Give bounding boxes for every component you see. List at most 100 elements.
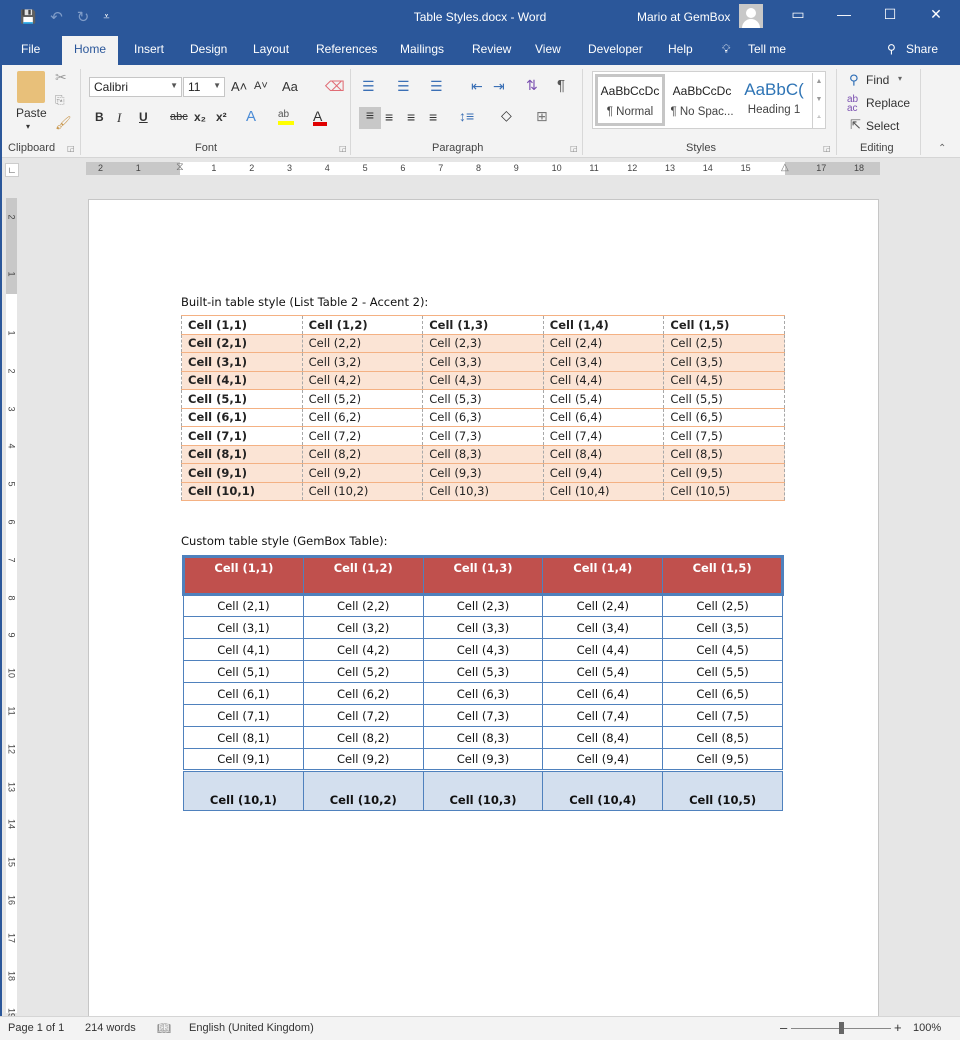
- shading-icon[interactable]: ◇: [501, 107, 512, 124]
- table-cell[interactable]: Cell (10,5): [663, 481, 785, 501]
- table-cell[interactable]: Cell (7,4): [542, 704, 664, 727]
- close-button[interactable]: ✕: [921, 6, 951, 23]
- table-cell[interactable]: Cell (5,5): [663, 389, 785, 409]
- highlight-color-icon[interactable]: ab: [278, 109, 294, 125]
- table-cell[interactable]: Cell (2,5): [663, 333, 785, 353]
- table-cell[interactable]: Cell (1,5): [663, 315, 785, 335]
- table-cell[interactable]: Cell (9,2): [301, 463, 424, 483]
- table-cell[interactable]: Cell (5,1): [183, 660, 304, 683]
- table-cell[interactable]: Cell (8,3): [422, 726, 544, 749]
- table-cell[interactable]: Cell (4,3): [422, 638, 544, 661]
- table-cell[interactable]: Cell (7,1): [183, 704, 304, 727]
- table-cell[interactable]: Cell (9,5): [663, 463, 785, 483]
- table-cell[interactable]: Cell (6,5): [663, 407, 785, 427]
- tab-file[interactable]: File: [21, 42, 40, 56]
- tab-selector[interactable]: ∟: [5, 163, 19, 177]
- table-cell[interactable]: Cell (3,1): [183, 616, 304, 639]
- share-button[interactable]: Share: [906, 42, 938, 56]
- italic-button[interactable]: I: [117, 110, 121, 126]
- table-cell[interactable]: Cell (8,1): [183, 726, 304, 749]
- zoom-slider-thumb[interactable]: [839, 1022, 844, 1034]
- undo-icon[interactable]: ↶: [50, 8, 63, 26]
- table-cell[interactable]: Cell (6,4): [542, 682, 664, 705]
- table-cell[interactable]: Cell (4,2): [301, 370, 424, 390]
- table-cell[interactable]: Cell (10,2): [301, 481, 424, 501]
- subscript-button[interactable]: x₂: [194, 110, 206, 124]
- table-cell[interactable]: Cell (3,5): [663, 352, 785, 372]
- table-cell[interactable]: Cell (6,1): [183, 682, 304, 705]
- line-spacing-icon[interactable]: ↕≡: [459, 108, 474, 124]
- table-cell[interactable]: Cell (10,4): [542, 769, 664, 811]
- table-cell[interactable]: Cell (3,2): [301, 352, 424, 372]
- select-button[interactable]: Select: [866, 119, 899, 133]
- styles-scroll[interactable]: ▲ ▼ ⩡: [812, 73, 825, 128]
- decrease-indent-icon[interactable]: ⇤: [471, 78, 483, 95]
- format-painter-icon[interactable]: 🖌︎: [55, 115, 72, 131]
- text-effects-icon[interactable]: A: [246, 108, 256, 125]
- table-cell[interactable]: Cell (9,3): [422, 748, 544, 771]
- table-cell[interactable]: Cell (8,4): [542, 444, 665, 464]
- paste-dropdown-icon[interactable]: ▾: [26, 122, 30, 131]
- table-cell[interactable]: Cell (8,2): [302, 726, 424, 749]
- increase-indent-icon[interactable]: ⇥: [493, 78, 505, 95]
- table-cell[interactable]: Cell (7,2): [302, 704, 424, 727]
- customize-qat-icon[interactable]: ⩡: [103, 11, 109, 24]
- table-cell[interactable]: Cell (2,4): [542, 594, 664, 617]
- table-cell[interactable]: Cell (9,2): [302, 748, 424, 771]
- table-cell[interactable]: Cell (10,1): [181, 481, 303, 501]
- language[interactable]: English (United Kingdom): [189, 1022, 314, 1034]
- table-cell[interactable]: Cell (4,2): [302, 638, 424, 661]
- font-launcher-icon[interactable]: ◲: [339, 144, 347, 153]
- table-cell[interactable]: Cell (1,2): [301, 315, 424, 335]
- table-cell[interactable]: Cell (9,3): [422, 463, 544, 483]
- collapse-ribbon-icon[interactable]: ⌃: [938, 143, 946, 154]
- vertical-scrollbar[interactable]: [944, 185, 960, 1015]
- find-button[interactable]: Find: [866, 73, 889, 87]
- horizontal-ruler[interactable]: 2 1 1 2 3 4 5 6 7 8 9 10 11 12 13 14 15 17 18 ⧖ △: [86, 161, 880, 175]
- table-cell[interactable]: Cell (8,1): [181, 444, 303, 464]
- table-cell[interactable]: Cell (4,5): [663, 370, 785, 390]
- superscript-button[interactable]: x²: [216, 110, 227, 124]
- minimize-button[interactable]: —: [829, 6, 859, 22]
- table-cell[interactable]: Cell (6,3): [422, 407, 544, 427]
- font-family-select[interactable]: Calibri ▼: [89, 77, 182, 97]
- table-cell[interactable]: Cell (2,4): [542, 333, 665, 353]
- paste-icon[interactable]: [17, 71, 45, 103]
- borders-icon[interactable]: ⊞: [536, 108, 548, 125]
- table-cell[interactable]: Cell (3,4): [542, 616, 664, 639]
- table-cell[interactable]: Cell (9,5): [662, 748, 783, 771]
- table-cell[interactable]: Cell (8,5): [663, 444, 785, 464]
- table-cell[interactable]: Cell (1,1): [181, 315, 303, 335]
- font-color-icon[interactable]: A: [313, 108, 327, 126]
- numbering-icon[interactable]: ☰: [397, 78, 410, 95]
- table-cell[interactable]: Cell (6,3): [422, 682, 544, 705]
- table-cell[interactable]: Cell (6,2): [302, 682, 424, 705]
- table-cell[interactable]: Cell (10,4): [542, 481, 665, 501]
- table-cell[interactable]: Cell (3,4): [542, 352, 665, 372]
- paragraph-launcher-icon[interactable]: ◲: [570, 144, 578, 153]
- zoom-level[interactable]: 100%: [913, 1022, 941, 1034]
- ribbon-display-options-button[interactable]: ▭: [783, 6, 813, 23]
- clipboard-launcher-icon[interactable]: ◲: [67, 144, 75, 153]
- tab-review[interactable]: Review: [472, 42, 511, 56]
- bold-button[interactable]: B: [95, 110, 104, 124]
- copy-icon[interactable]: ⎘: [55, 93, 65, 108]
- style-normal[interactable]: AaBbCcDc ¶ Normal: [595, 74, 665, 126]
- table-cell[interactable]: Cell (10,1): [183, 769, 304, 811]
- table-cell[interactable]: Cell (8,2): [301, 444, 424, 464]
- table-cell[interactable]: Cell (6,1): [181, 407, 303, 427]
- zoom-in-button[interactable]: +: [894, 1020, 902, 1035]
- paste-button[interactable]: Paste: [16, 106, 47, 120]
- show-formatting-button[interactable]: ¶: [557, 77, 565, 94]
- table-cell[interactable]: Cell (6,5): [662, 682, 783, 705]
- table-cell[interactable]: Cell (9,1): [183, 748, 304, 771]
- table-cell[interactable]: Cell (7,5): [663, 426, 785, 446]
- table-cell[interactable]: Cell (1,1): [182, 555, 304, 596]
- table-cell[interactable]: Cell (7,2): [301, 426, 424, 446]
- table-cell[interactable]: Cell (2,1): [183, 594, 304, 617]
- table-cell[interactable]: Cell (5,1): [181, 389, 303, 409]
- styles-launcher-icon[interactable]: ◲: [823, 144, 831, 153]
- page-count[interactable]: Page 1 of 1: [8, 1022, 64, 1034]
- table-cell[interactable]: Cell (5,2): [301, 389, 424, 409]
- chevron-down-icon[interactable]: ▾: [898, 74, 902, 83]
